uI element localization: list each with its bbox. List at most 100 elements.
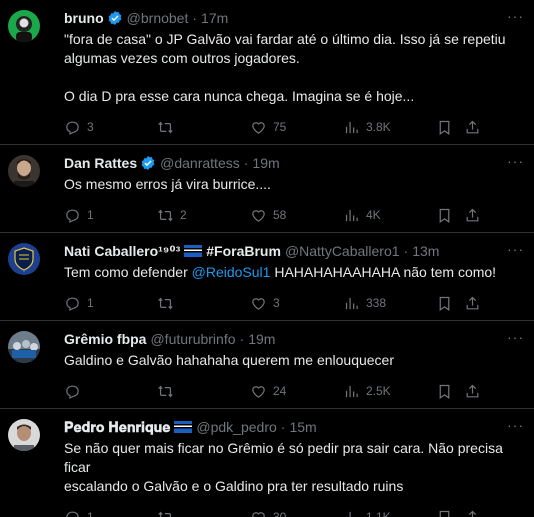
- more-icon[interactable]: ···: [507, 153, 524, 169]
- like-count: 30: [273, 510, 287, 517]
- views-button[interactable]: 4K: [343, 207, 436, 224]
- user-handle[interactable]: @pdk_pedro: [196, 417, 276, 437]
- tweet[interactable]: ··· 𝐏𝐞𝐝𝐫𝐨 𝐇𝐞𝐧𝐫𝐢𝐪𝐮𝐞 @pdk_pedro · 15m Se não qu…: [0, 409, 534, 517]
- tweet-header: bruno @brnobet · 17m: [64, 8, 522, 28]
- bookmark-button[interactable]: [436, 207, 464, 224]
- avatar[interactable]: [8, 10, 40, 42]
- share-button[interactable]: [464, 509, 484, 517]
- avatar[interactable]: [8, 419, 40, 451]
- tweet-text-line: algumas vezes com outros jogadores.: [64, 50, 300, 66]
- like-icon: [250, 509, 267, 517]
- action-bar: 1 3 338: [64, 286, 522, 320]
- retweet-button[interactable]: [157, 119, 250, 136]
- like-icon: [250, 119, 267, 136]
- like-count: 58: [273, 208, 287, 222]
- like-button[interactable]: 75: [250, 119, 343, 136]
- avatar[interactable]: [8, 155, 40, 187]
- more-icon[interactable]: ···: [507, 8, 524, 24]
- timestamp[interactable]: 15m: [289, 417, 316, 437]
- share-icon: [464, 509, 481, 517]
- bookmark-icon: [436, 207, 453, 224]
- mention-link[interactable]: @ReidoSul1: [192, 264, 271, 280]
- display-name-suffix[interactable]: #ForaBrum: [206, 241, 281, 261]
- user-handle[interactable]: @NattyCaballero1: [285, 241, 400, 261]
- share-button[interactable]: [464, 383, 484, 400]
- timeline: ··· bruno @brnobet · 17m "fora de casa" o JP …: [0, 0, 534, 517]
- avatar[interactable]: ·: [8, 243, 40, 275]
- display-name[interactable]: 𝐏𝐞𝐝𝐫𝐨 𝐇𝐞𝐧𝐫𝐢𝐪𝐮𝐞: [64, 417, 170, 437]
- display-name[interactable]: Nati Caballero¹⁹⁰³: [64, 241, 180, 261]
- bookmark-button[interactable]: [436, 295, 464, 312]
- reply-button[interactable]: 1: [64, 509, 157, 517]
- more-icon[interactable]: ···: [507, 417, 524, 433]
- views-button[interactable]: 2.5K: [343, 383, 436, 400]
- more-icon[interactable]: ···: [507, 241, 524, 257]
- display-name[interactable]: Dan Rattes: [64, 153, 137, 173]
- tweet-header: Dan Rattes @danrattess · 19m: [64, 153, 522, 173]
- share-button[interactable]: [464, 295, 484, 312]
- flag-icon: [184, 245, 203, 257]
- share-button[interactable]: [464, 207, 484, 224]
- bookmark-button[interactable]: [436, 119, 464, 136]
- display-name[interactable]: Grêmio fbpa: [64, 329, 146, 349]
- tweet-body: Galdino e Galvão hahahaha querem me enlo…: [64, 351, 522, 370]
- bookmark-button[interactable]: [436, 509, 464, 517]
- retweet-button[interactable]: [157, 295, 250, 312]
- bookmark-button[interactable]: [436, 383, 464, 400]
- timestamp[interactable]: 19m: [252, 153, 279, 173]
- verified-icon: [140, 155, 156, 171]
- reply-icon: [64, 207, 81, 224]
- tweet-text-line: "fora de casa" o JP Galvão vai fardar at…: [64, 31, 506, 47]
- reply-count: 3: [87, 120, 94, 134]
- views-icon: [343, 509, 360, 517]
- views-button[interactable]: 1.1K: [343, 509, 436, 517]
- user-handle[interactable]: @brnobet: [127, 8, 189, 28]
- like-button[interactable]: 3: [250, 295, 343, 312]
- tweet-text-line: Os mesmo erros já vira burrice....: [64, 176, 271, 192]
- timestamp[interactable]: 19m: [248, 329, 275, 349]
- views-icon: [343, 119, 360, 136]
- display-name[interactable]: bruno: [64, 8, 104, 28]
- like-button[interactable]: 58: [250, 207, 343, 224]
- tweet-header: 𝐏𝐞𝐝𝐫𝐨 𝐇𝐞𝐧𝐫𝐢𝐪𝐮𝐞 @pdk_pedro · 15m: [64, 417, 522, 437]
- retweet-button[interactable]: [157, 383, 250, 400]
- share-icon: [464, 119, 481, 136]
- reply-icon: [64, 119, 81, 136]
- reply-button[interactable]: 1: [64, 207, 157, 224]
- bookmark-icon: [436, 509, 453, 517]
- action-bar: 1 2 58 4K: [64, 198, 522, 232]
- retweet-icon: [157, 207, 174, 224]
- views-button[interactable]: 3.8K: [343, 119, 436, 136]
- share-button[interactable]: [464, 119, 484, 136]
- views-button[interactable]: 338: [343, 295, 436, 312]
- tweet-body: Tem como defender @ReidoSul1 HAHAHAHAAHA…: [64, 263, 522, 282]
- tweet-text-line: escalando o Galvão e o Galdino pra ter r…: [64, 478, 404, 494]
- reply-button[interactable]: 1: [64, 295, 157, 312]
- tweet[interactable]: · ··· Nati Caballero¹⁹⁰³ #ForaBrum @NattyCab…: [0, 233, 534, 321]
- tweet[interactable]: ··· Grêmio fbpa @futurubrinfo · 19m Galdino e…: [0, 321, 534, 409]
- retweet-button[interactable]: 2: [157, 207, 250, 224]
- user-handle[interactable]: @danrattess: [160, 153, 240, 173]
- tweet[interactable]: ··· Dan Rattes @danrattess · 19m Os mesmo err…: [0, 145, 534, 233]
- like-button[interactable]: 24: [250, 383, 343, 400]
- action-bar: 24 2.5K: [64, 374, 522, 408]
- retweet-button[interactable]: [157, 509, 250, 517]
- tweet-text-line: O dia D pra esse cara nunca chega. Imagi…: [64, 88, 415, 104]
- more-icon[interactable]: ···: [507, 329, 524, 345]
- like-button[interactable]: 30: [250, 509, 343, 517]
- tweet[interactable]: ··· bruno @brnobet · 17m "fora de casa" o JP …: [0, 0, 534, 145]
- share-icon: [464, 207, 481, 224]
- timestamp[interactable]: 17m: [201, 8, 228, 28]
- reply-count: 1: [87, 296, 94, 310]
- user-handle[interactable]: @futurubrinfo: [150, 329, 235, 349]
- timestamp[interactable]: 13m: [412, 241, 439, 261]
- retweet-icon: [157, 383, 174, 400]
- reply-button[interactable]: [64, 383, 157, 400]
- bookmark-icon: [436, 383, 453, 400]
- reply-button[interactable]: 3: [64, 119, 157, 136]
- views-count: 338: [366, 296, 387, 310]
- retweet-count: 2: [180, 208, 187, 222]
- avatar[interactable]: [8, 331, 40, 363]
- views-icon: [343, 295, 360, 312]
- reply-icon: [64, 383, 81, 400]
